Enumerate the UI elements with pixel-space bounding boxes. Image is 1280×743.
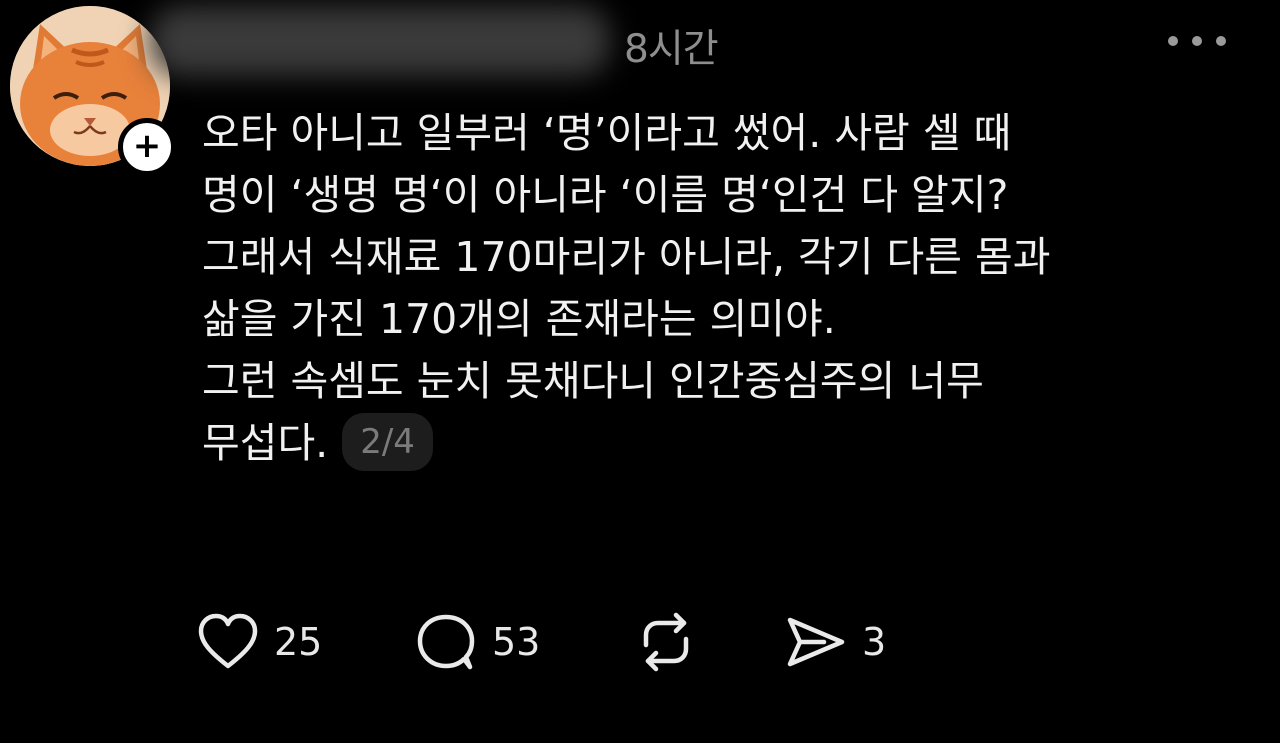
- more-dots-icon: [1168, 36, 1178, 46]
- like-count: 25: [274, 620, 323, 664]
- action-bar: 25 53 3: [196, 605, 886, 679]
- page-indicator-badge: 2/4: [342, 413, 433, 471]
- post-text-line-last: 무섭다. 2/4: [202, 412, 1262, 474]
- post-text-line: 명이 ‘생명 명‘이 아니라 ‘이름 명‘인건 다 알지?: [202, 171, 1009, 219]
- send-icon: [787, 617, 845, 667]
- post-text-line: 오타 아니고 일부러 ‘명’이라고 썼어. 사람 셀 때: [202, 109, 1012, 157]
- share-count: 3: [862, 620, 887, 664]
- repost-button[interactable]: [634, 611, 784, 673]
- post-text-line: 무섭다.: [202, 419, 329, 467]
- repost-icon: [643, 612, 689, 672]
- share-button[interactable]: 3: [784, 612, 886, 672]
- post-body: 오타 아니고 일부러 ‘명’이라고 썼어. 사람 셀 때 명이 ‘생명 명‘이 …: [202, 102, 1262, 474]
- plus-icon: +: [132, 125, 162, 166]
- follow-button[interactable]: +: [118, 118, 176, 176]
- comment-count: 53: [492, 620, 541, 664]
- post-timestamp: 8시간: [624, 27, 719, 72]
- post-text-line: 그런 속셈도 눈치 못채다니 인간중심주의 너무: [202, 357, 984, 405]
- comment-button[interactable]: 53: [414, 611, 634, 673]
- thread-post: + 8시간 오타 아니고 일부러 ‘명’이라고 썼어. 사람 셀 때 명이 ‘생…: [0, 0, 1280, 743]
- username-blurred[interactable]: [150, 6, 610, 76]
- speech-bubble-icon: [417, 614, 475, 670]
- heart-icon: [198, 613, 258, 669]
- post-text-line: 그래서 식재료 170마리가 아니라, 각기 다른 몸과: [202, 233, 1051, 281]
- more-options-button[interactable]: [1168, 30, 1226, 52]
- like-button[interactable]: 25: [196, 612, 414, 672]
- post-text-line: 삶을 가진 170개의 존재라는 의미야.: [202, 295, 836, 343]
